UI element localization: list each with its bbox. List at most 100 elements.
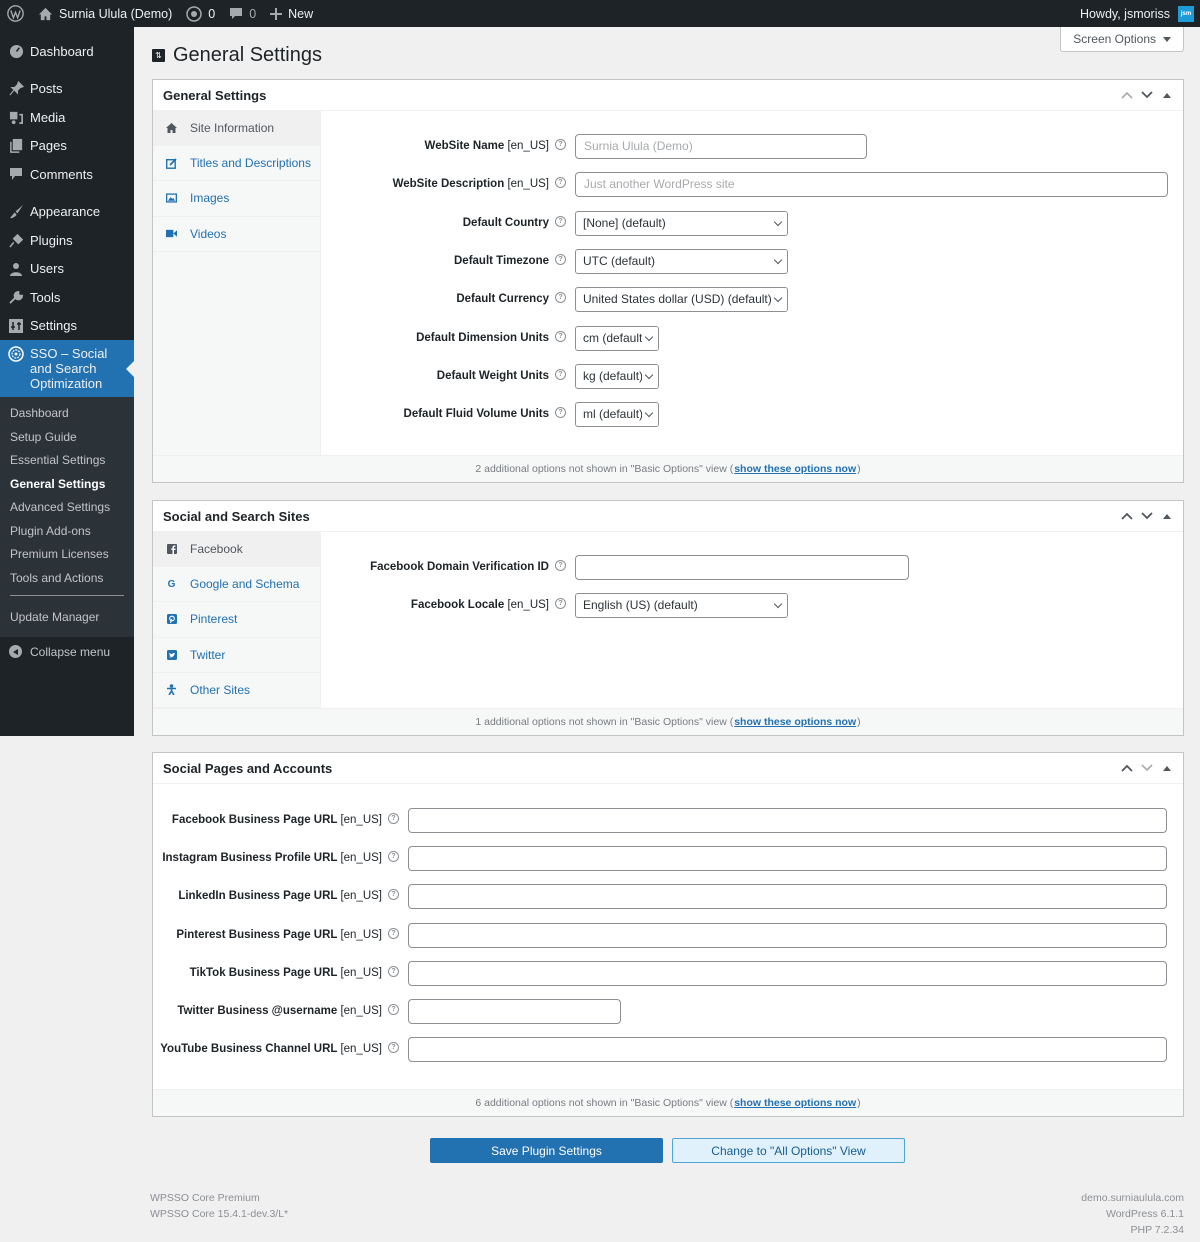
show-options-link[interactable]: show these options now <box>734 1097 856 1109</box>
default-country-select[interactable]: [None] (default) <box>575 210 788 236</box>
help-icon[interactable]: ? <box>388 813 399 825</box>
tab-titles-descriptions[interactable]: Titles and Descriptions <box>153 146 320 182</box>
help-icon[interactable]: ? <box>388 1004 399 1016</box>
help-icon[interactable]: ? <box>388 851 399 863</box>
toggle-panel-icon[interactable] <box>1159 508 1175 524</box>
wp-logo-menu[interactable] <box>0 0 31 27</box>
tab-twitter[interactable]: Twitter <box>153 638 320 673</box>
help-icon[interactable]: ? <box>555 254 566 266</box>
tab-pinterest[interactable]: Pinterest <box>153 602 320 638</box>
default-weight-units-select[interactable]: kg (default) <box>575 363 659 389</box>
plus-icon <box>270 7 283 20</box>
sidebar-item-appearance[interactable]: Appearance <box>0 198 134 227</box>
sidebar-item-posts[interactable]: Posts <box>0 75 134 104</box>
move-down-icon[interactable] <box>1139 760 1155 776</box>
default-fluid-volume-units-select[interactable]: ml (default) <box>575 401 659 427</box>
move-up-icon[interactable] <box>1119 87 1135 103</box>
help-icon[interactable]: ? <box>555 177 566 189</box>
show-options-link[interactable]: show these options now <box>734 716 856 728</box>
updates-menu[interactable]: 0 <box>179 0 222 27</box>
help-icon[interactable]: ? <box>555 407 566 419</box>
facebook-panel: Facebook Domain Verification ID? Faceboo… <box>321 532 1183 708</box>
save-plugin-settings-button[interactable]: Save Plugin Settings <box>430 1138 663 1163</box>
facebook-business-page-url-input[interactable] <box>408 807 1167 833</box>
pinterest-business-page-url-input[interactable] <box>408 922 1167 948</box>
help-icon[interactable]: ? <box>555 139 566 151</box>
help-icon[interactable]: ? <box>388 1042 399 1054</box>
my-account-menu[interactable]: Howdy, jsmoriss jsm <box>1073 0 1200 27</box>
new-content-menu[interactable]: New <box>263 0 320 27</box>
toggle-panel-icon[interactable] <box>1159 760 1175 776</box>
show-options-link[interactable]: show these options now <box>734 463 856 475</box>
default-currency-select[interactable]: United States dollar (USD) (default) <box>575 286 788 312</box>
facebook-icon <box>166 544 177 555</box>
field-row: WebSite Description [en_US]? Just anothe… <box>321 171 1183 197</box>
tab-images[interactable]: Images <box>153 181 320 217</box>
help-icon[interactable]: ? <box>555 560 566 572</box>
change-view-button[interactable]: Change to "All Options" View <box>672 1138 905 1163</box>
linkedin-business-page-url-input[interactable] <box>408 883 1167 909</box>
field-row: WebSite Name [en_US]? Surnia Ulula (Demo… <box>321 133 1183 159</box>
move-up-icon[interactable] <box>1119 508 1135 524</box>
tab-facebook[interactable]: Facebook <box>153 532 320 568</box>
video-camera-icon <box>166 228 177 239</box>
submenu-advanced-settings[interactable]: Advanced Settings <box>0 496 134 520</box>
website-name-input[interactable]: Surnia Ulula (Demo) <box>575 133 867 159</box>
submenu-plugin-addons[interactable]: Plugin Add-ons <box>0 520 134 544</box>
social-search-sites-box: Social and Search Sites Facebook G Googl… <box>152 500 1184 736</box>
submenu-premium-licenses[interactable]: Premium Licenses <box>0 543 134 567</box>
website-description-input[interactable]: Just another WordPress site <box>575 171 1168 197</box>
move-down-icon[interactable] <box>1139 508 1155 524</box>
help-icon[interactable]: ? <box>555 331 566 343</box>
help-icon[interactable]: ? <box>555 216 566 228</box>
image-icon <box>166 193 177 204</box>
sidebar-item-comments[interactable]: Comments <box>0 160 134 189</box>
move-up-icon[interactable] <box>1119 760 1135 776</box>
submenu-essential-settings[interactable]: Essential Settings <box>0 449 134 473</box>
field-label: Facebook Business Page URL [en_US]? <box>153 813 399 826</box>
home-icon <box>166 123 177 134</box>
submenu-setup-guide[interactable]: Setup Guide <box>0 426 134 450</box>
social-pages-panel: Facebook Business Page URL [en_US]? Inst… <box>153 784 1183 1089</box>
help-icon[interactable]: ? <box>555 369 566 381</box>
help-icon[interactable]: ? <box>555 598 566 610</box>
sidebar-item-users[interactable]: Users <box>0 255 134 284</box>
tab-videos[interactable]: Videos <box>153 217 320 252</box>
facebook-locale-select[interactable]: English (US) (default) <box>575 592 788 618</box>
comments-menu[interactable]: 0 <box>222 0 263 27</box>
submenu-tools-actions[interactable]: Tools and Actions <box>0 567 134 591</box>
youtube-business-channel-url-input[interactable] <box>408 1036 1167 1062</box>
tab-site-information[interactable]: Site Information <box>153 111 320 147</box>
help-icon[interactable]: ? <box>555 292 566 304</box>
tab-google-schema[interactable]: G Google and Schema <box>153 567 320 603</box>
toggle-panel-icon[interactable] <box>1159 87 1175 103</box>
move-down-icon[interactable] <box>1139 87 1155 103</box>
help-icon[interactable]: ? <box>388 889 399 901</box>
tab-other-sites[interactable]: Other Sites <box>153 673 320 708</box>
help-icon[interactable]: ? <box>388 966 399 978</box>
site-name-menu[interactable]: Surnia Ulula (Demo) <box>31 0 179 27</box>
sidebar-item-sso[interactable]: SSO – Social and Search Optimization <box>0 340 134 397</box>
tiktok-business-page-url-input[interactable] <box>408 960 1167 986</box>
instagram-business-profile-url-input[interactable] <box>408 845 1167 871</box>
sidebar-item-tools[interactable]: Tools <box>0 283 134 312</box>
sso-submenu: Dashboard Setup Guide Essential Settings… <box>0 397 134 637</box>
help-icon[interactable]: ? <box>388 928 399 940</box>
default-dimension-units-select[interactable]: cm (default) <box>575 325 659 351</box>
field-row: Facebook Business Page URL [en_US]? <box>153 807 1183 833</box>
sidebar-item-settings[interactable]: Settings <box>0 312 134 341</box>
sidebar-item-plugins[interactable]: Plugins <box>0 226 134 255</box>
submenu-general-settings[interactable]: General Settings <box>0 473 134 497</box>
facebook-domain-verification-input[interactable] <box>575 554 909 580</box>
pin-icon <box>8 81 24 97</box>
field-row: Default Fluid Volume Units? ml (default) <box>321 401 1183 427</box>
twitter-business-username-input[interactable] <box>408 998 621 1024</box>
screen-options-button[interactable]: Screen Options <box>1060 27 1184 52</box>
submenu-update-manager[interactable]: Update Manager <box>0 606 134 630</box>
default-timezone-select[interactable]: UTC (default) <box>575 248 788 274</box>
submenu-dashboard[interactable]: Dashboard <box>0 402 134 426</box>
collapse-menu-button[interactable]: Collapse menu <box>0 637 134 667</box>
sidebar-item-dashboard[interactable]: Dashboard <box>0 37 134 66</box>
sidebar-item-media[interactable]: Media <box>0 103 134 132</box>
sidebar-item-pages[interactable]: Pages <box>0 132 134 161</box>
